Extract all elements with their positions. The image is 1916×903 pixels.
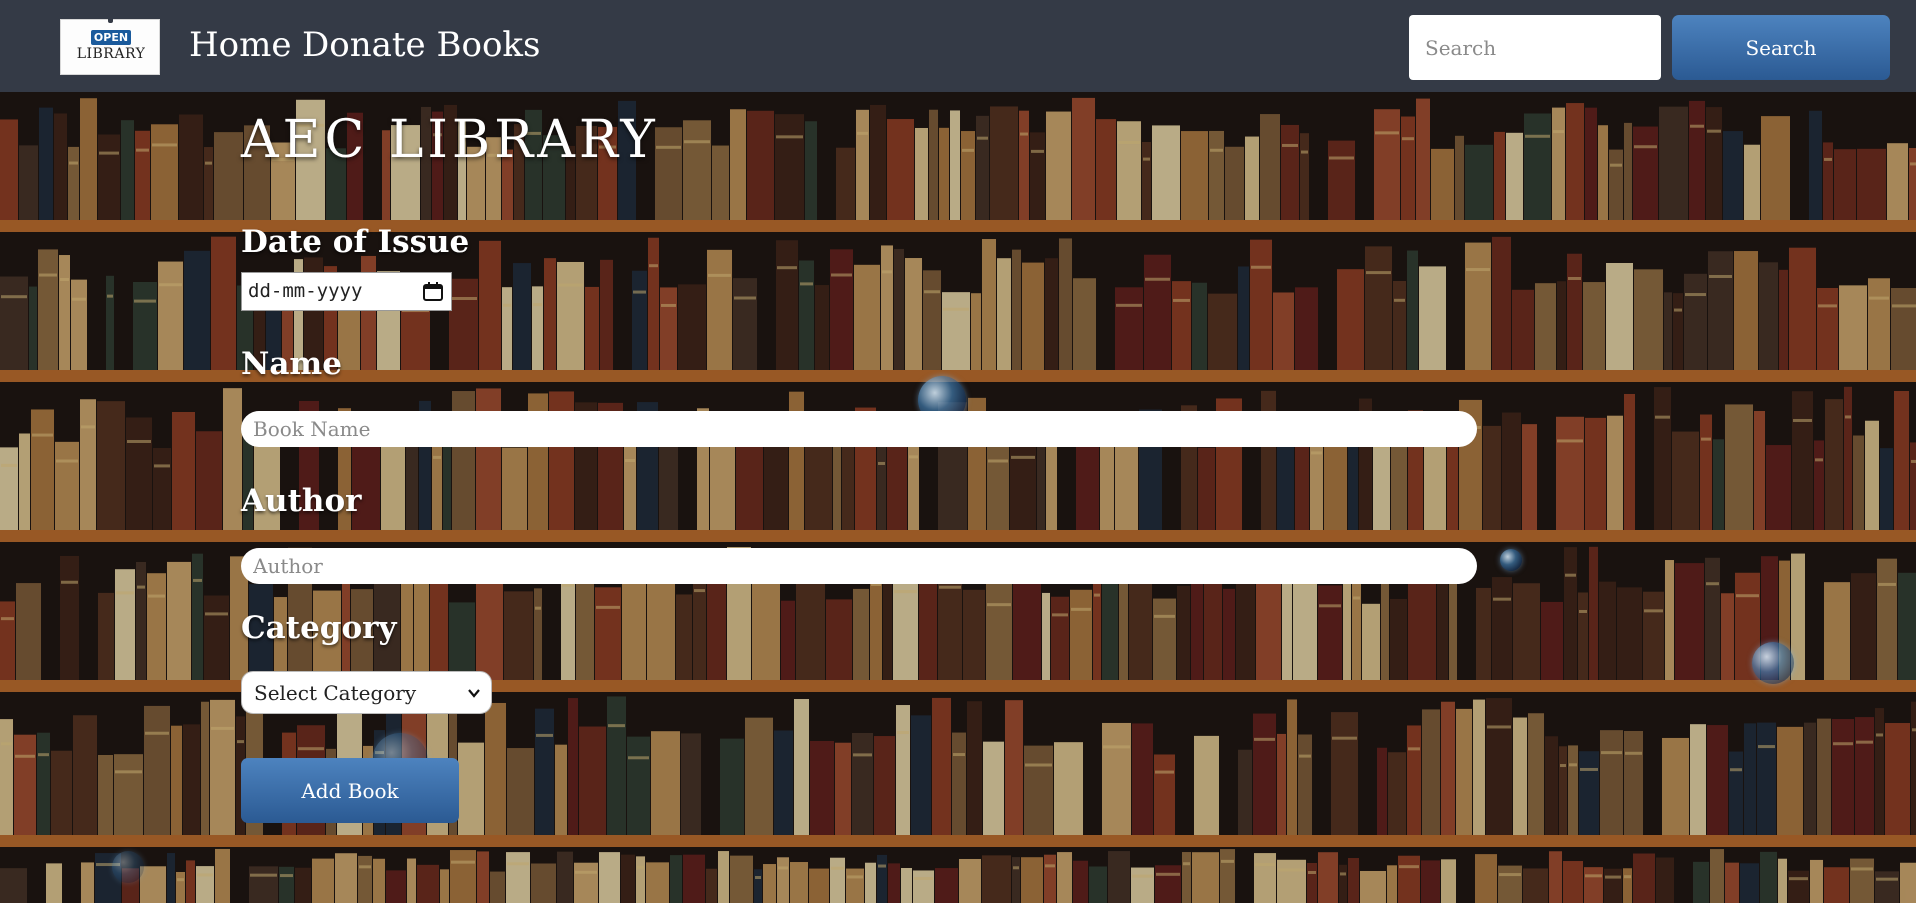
logo-word: LIBRARY — [76, 46, 146, 62]
logo-badge: OPEN — [91, 30, 131, 45]
nav-link-home[interactable]: Home — [189, 22, 291, 68]
search-input[interactable] — [1409, 15, 1661, 80]
search-button[interactable]: Search — [1672, 15, 1890, 80]
chevron-down-icon — [468, 689, 480, 698]
bubble-decoration — [1752, 642, 1794, 684]
open-library-logo[interactable]: OPEN LIBRARY — [60, 14, 160, 75]
page-title: AEC LIBRARY — [241, 110, 659, 170]
name-label: Name — [241, 346, 342, 382]
author-input[interactable] — [241, 548, 1477, 584]
logo-hook — [108, 14, 113, 23]
top-navbar: OPEN LIBRARY Home Donate Books Search — [0, 0, 1916, 92]
add-book-button[interactable]: Add Book — [241, 758, 459, 823]
nav-link-donate-books[interactable]: Donate Books — [302, 22, 540, 68]
date-of-issue-input[interactable]: dd-mm-yyyy — [241, 272, 452, 311]
book-name-input[interactable] — [241, 411, 1477, 447]
date-value: dd-mm-yyyy — [248, 280, 363, 302]
date-of-issue-label: Date of Issue — [241, 224, 470, 260]
category-selected-value: Select Category — [254, 681, 417, 705]
category-label: Category — [241, 610, 397, 646]
author-label: Author — [241, 483, 362, 519]
calendar-icon[interactable] — [423, 282, 443, 301]
bubble-decoration — [1500, 549, 1522, 571]
category-select[interactable]: Select Category — [241, 671, 492, 714]
bubble-decoration — [112, 851, 144, 883]
